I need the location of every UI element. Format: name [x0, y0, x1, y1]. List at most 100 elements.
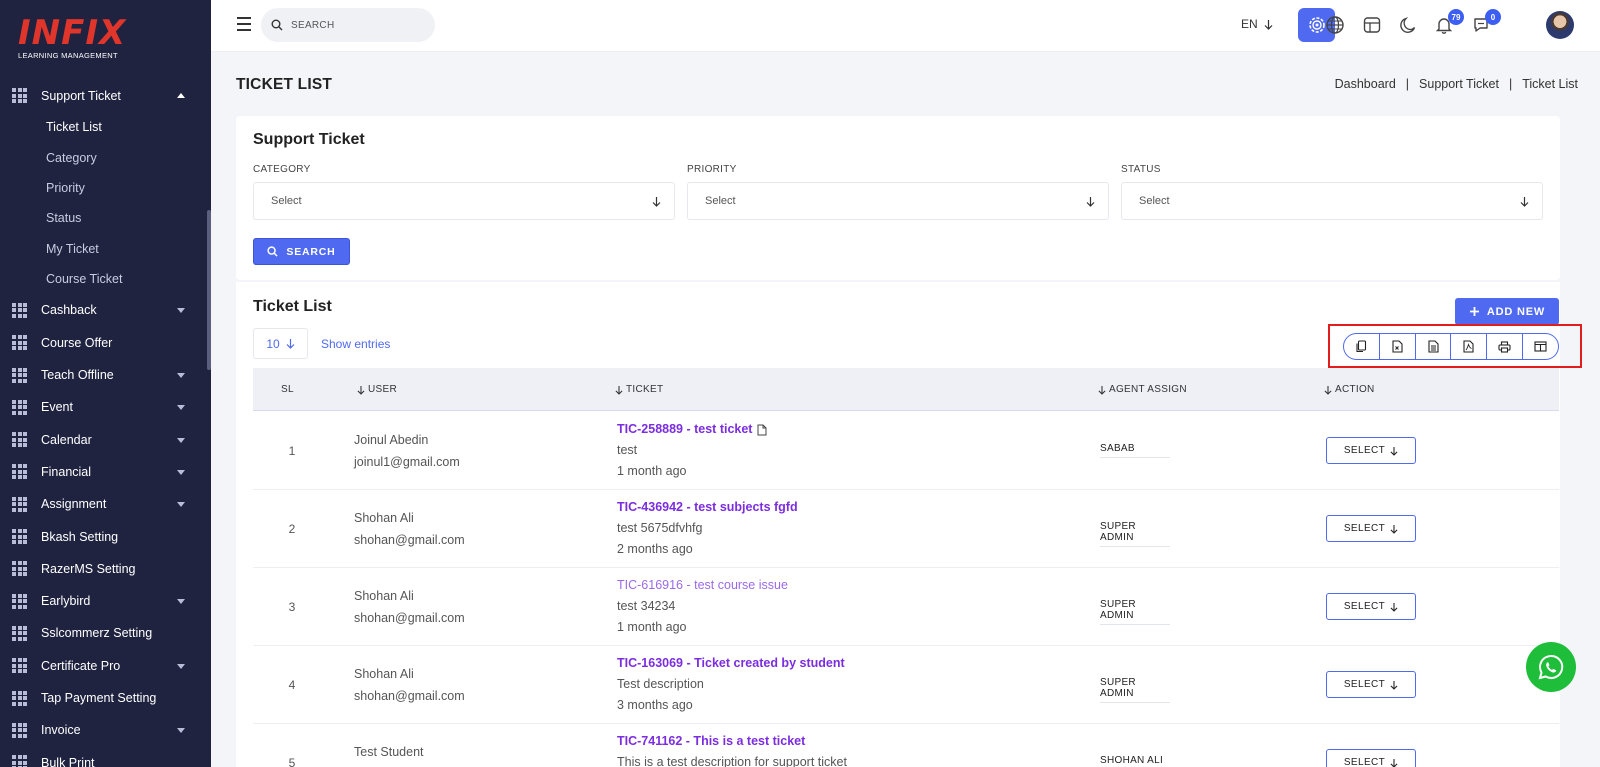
- sidebar-item-event[interactable]: Event: [0, 391, 207, 423]
- language-selector[interactable]: EN: [1241, 17, 1273, 31]
- layout-button[interactable]: [1360, 13, 1384, 37]
- agent-assign: SABAB: [1100, 443, 1170, 458]
- sidebar-scrollbar[interactable]: [207, 210, 211, 370]
- pdf-button[interactable]: [1451, 334, 1488, 359]
- category-select[interactable]: Select: [253, 182, 675, 220]
- avatar[interactable]: [1546, 11, 1574, 39]
- status-select[interactable]: Select: [1121, 182, 1543, 220]
- sidebar-subitem-ticket-list[interactable]: Ticket List: [0, 112, 207, 142]
- print-button[interactable]: [1487, 334, 1524, 359]
- row-sl: 3: [288, 600, 296, 614]
- action-select-button[interactable]: SELECT: [1326, 515, 1416, 542]
- sidebar-item-razerms-setting[interactable]: RazerMS Setting: [0, 553, 207, 585]
- breadcrumb-item-support-ticket[interactable]: Support Ticket: [1419, 77, 1499, 91]
- sidebar-item-financial[interactable]: Financial: [0, 456, 207, 488]
- search-button[interactable]: SEARCH: [253, 238, 350, 265]
- breadcrumb-item-dashboard[interactable]: Dashboard: [1335, 77, 1396, 91]
- sidebar-item-bulk-print[interactable]: Bulk Print: [0, 747, 207, 767]
- whatsapp-icon: [1538, 654, 1564, 680]
- columns-button[interactable]: [1523, 334, 1558, 359]
- sidebar-item-bkash-setting[interactable]: Bkash Setting: [0, 520, 207, 552]
- logo[interactable]: INFIX LEARNING MANAGEMENT: [18, 16, 126, 60]
- search-box[interactable]: [261, 8, 435, 42]
- action-select-button[interactable]: SELECT: [1326, 593, 1416, 620]
- ticket-list-card: Ticket List ADD NEW 10 Show entries SL U…: [236, 282, 1582, 767]
- excel-button[interactable]: [1416, 334, 1452, 359]
- sidebar-item-support-ticket[interactable]: Support Ticket: [0, 79, 207, 112]
- ticket-title: TIC-741162 - This is a test ticket: [617, 734, 806, 748]
- ticket-link[interactable]: TIC-258889 - test ticket: [617, 419, 767, 440]
- action-select-button[interactable]: SELECT: [1326, 437, 1416, 464]
- priority-select[interactable]: Select: [687, 182, 1109, 220]
- page-title: TICKET LIST: [236, 76, 333, 93]
- copy-button[interactable]: [1344, 334, 1380, 359]
- action-select-label: SELECT: [1343, 445, 1386, 456]
- sidebar-subitem-label: My Ticket: [46, 241, 99, 256]
- ticket-title: TIC-258889 - test ticket: [617, 422, 753, 436]
- sidebar-subitem-course-ticket[interactable]: Course Ticket: [0, 264, 207, 294]
- globe-button[interactable]: [1323, 13, 1347, 37]
- sidebar-subitem-my-ticket[interactable]: My Ticket: [0, 234, 207, 264]
- ticket-link[interactable]: TIC-163069 - Ticket created by student: [617, 653, 845, 674]
- menu-toggle-icon[interactable]: [237, 17, 251, 35]
- column-action[interactable]: ACTION: [1324, 384, 1375, 395]
- sidebar-item-cashback[interactable]: Cashback: [0, 294, 207, 326]
- sidebar-item-label: Certificate Pro: [41, 658, 121, 673]
- entries-select[interactable]: 10: [253, 328, 308, 359]
- ticket-link[interactable]: TIC-436942 - test subjects fgfd: [617, 497, 798, 518]
- dark-mode-button[interactable]: [1396, 13, 1420, 37]
- caret-up-icon: [177, 93, 185, 98]
- arrow-down-icon: [1390, 680, 1398, 690]
- row-sl: 2: [288, 522, 296, 536]
- column-user[interactable]: USER: [357, 384, 397, 395]
- sidebar-item-certificate-pro[interactable]: Certificate Pro: [0, 650, 207, 682]
- notifications-button[interactable]: 79: [1432, 9, 1464, 37]
- row-user: Shohan Ali shohan@gmail.com: [354, 585, 465, 629]
- action-select-button[interactable]: SELECT: [1326, 749, 1416, 767]
- add-new-button[interactable]: ADD NEW: [1455, 298, 1559, 325]
- sidebar-item-course-offer[interactable]: Course Offer: [0, 327, 207, 359]
- ticket-list-title: Ticket List: [253, 298, 332, 315]
- search-input[interactable]: [291, 19, 421, 31]
- row-user: Shohan Ali shohan@gmail.com: [354, 663, 465, 707]
- notification-count-badge: 79: [1448, 9, 1464, 25]
- sidebar-item-tap-payment-setting[interactable]: Tap Payment Setting: [0, 682, 207, 714]
- breadcrumb-item-ticket-list[interactable]: Ticket List: [1522, 77, 1578, 91]
- column-sl[interactable]: SL: [281, 384, 294, 395]
- ticket-link[interactable]: TIC-741162 - This is a test ticket: [617, 731, 847, 752]
- caret-down-icon: [177, 372, 185, 378]
- ticket-title: TIC-436942 - test subjects fgfd: [617, 500, 798, 514]
- table-row: 1 Joinul Abedin joinul1@gmail.com TIC-25888…: [253, 411, 1559, 490]
- sidebar-item-calendar[interactable]: Calendar: [0, 424, 207, 456]
- table-row: 3 Shohan Ali shohan@gmail.com TIC-616916 - …: [253, 567, 1559, 646]
- sidebar-subitem-label: Category: [46, 150, 97, 165]
- sidebar-subitem-priority[interactable]: Priority: [0, 173, 207, 203]
- csv-button[interactable]: [1380, 334, 1416, 359]
- sidebar-item-label: Financial: [41, 464, 92, 479]
- category-filter: CATEGORY Select: [253, 164, 675, 220]
- topbar: EN 79 0: [211, 0, 1600, 52]
- grid-icon: [12, 690, 27, 706]
- column-label: ACTION: [1335, 384, 1375, 395]
- excel-icon: [1428, 340, 1439, 353]
- sidebar-item-assignment[interactable]: Assignment: [0, 488, 207, 520]
- sidebar-item-earlybird[interactable]: Earlybird: [0, 585, 207, 617]
- column-label: AGENT ASSIGN: [1109, 384, 1187, 395]
- sidebar-item-teach-offline[interactable]: Teach Offline: [0, 359, 207, 391]
- whatsapp-button[interactable]: [1526, 642, 1576, 692]
- caret-down-icon: [177, 502, 185, 508]
- ticket-link[interactable]: TIC-616916 - test course issue: [617, 575, 788, 596]
- sidebar-item-sslcommerz-setting[interactable]: Sslcommerz Setting: [0, 617, 207, 649]
- grid-icon: [12, 658, 27, 674]
- column-ticket[interactable]: TICKET: [615, 384, 663, 395]
- column-agent-assign[interactable]: AGENT ASSIGN: [1098, 384, 1187, 395]
- sidebar-subitem-label: Ticket List: [46, 120, 102, 135]
- sidebar-item-invoice[interactable]: Invoice: [0, 714, 207, 746]
- arrow-down-icon: [1390, 602, 1398, 612]
- sidebar-subitem-status[interactable]: Status: [0, 203, 207, 233]
- search-icon: [267, 246, 279, 257]
- action-select-button[interactable]: SELECT: [1326, 671, 1416, 698]
- sidebar-subitem-category[interactable]: Category: [0, 142, 207, 172]
- messages-button[interactable]: 0: [1469, 9, 1501, 37]
- arrow-down-icon: [1520, 196, 1529, 207]
